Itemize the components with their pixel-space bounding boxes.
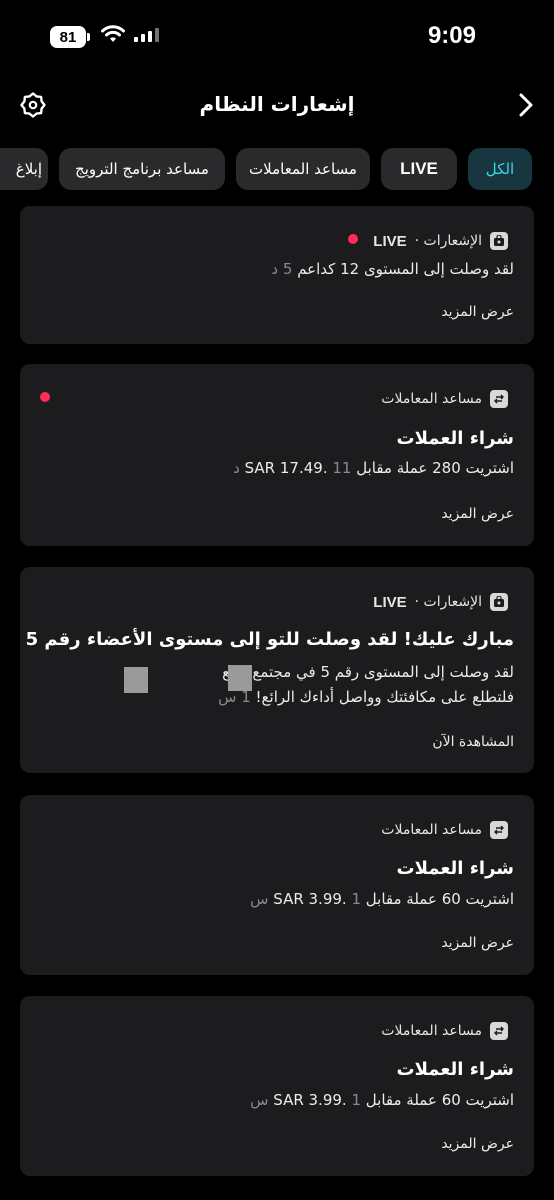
see-more-link[interactable]: عرض المزيد [441,935,514,951]
see-more-link[interactable]: عرض المزيد [441,1136,514,1152]
notification-card[interactable]: الإشعارات · LIVE لقد وصلت إلى المستوى 12… [20,206,534,344]
unread-dot [348,234,358,244]
source-label: مساعد المعاملات [381,822,482,838]
source-label: الإشعارات · [414,594,482,610]
transactions-icon [490,1022,508,1040]
page-title: إشعارات النظام [199,92,355,116]
unread-dot [40,392,50,402]
card-meta: مساعد المعاملات [381,1022,508,1040]
card-body: اشتريت 60 عملة مقابل SAR 3.99. 1 س [250,890,514,908]
redacted-block [124,667,148,693]
status-time: 9:09 [427,22,476,49]
status-bar: 81 9:09 [0,0,554,76]
live-label: LIVE [373,593,407,611]
timestamp: 5 د [271,260,293,278]
cellular-icon [134,28,159,42]
notification-bag-icon [490,232,508,250]
card-body-line-2: فلتطلع على مكافئتك وواصل أداءك الرائع! 1… [218,688,514,706]
tab-promotion-assistant[interactable]: مساعد برنامج الترويج [59,148,225,190]
chevron-right-icon[interactable] [514,92,538,118]
card-title: شراء العملات [396,1059,514,1080]
live-label: LIVE [373,232,407,250]
source-label: مساعد المعاملات [381,1023,482,1039]
source-label: الإشعارات · [414,233,482,249]
card-meta: مساعد المعاملات [381,821,508,839]
card-title: شراء العملات [396,858,514,879]
see-more-link[interactable]: عرض المزيد [441,506,514,522]
battery-icon: 81 [50,26,90,48]
card-title: مبارك عليك! لقد وصلت للتو إلى مستوى الأع… [25,629,514,650]
notification-bag-icon [490,593,508,611]
transactions-icon [490,390,508,408]
notification-card[interactable]: مساعد المعاملات شراء العملات اشتريت 280 … [20,364,534,546]
tab-live[interactable]: LIVE [381,148,457,190]
watch-now-link[interactable]: المشاهدة الآن [432,734,514,750]
card-body: اشتريت 280 عملة مقابل SAR 17.49. 11 د [233,459,514,477]
header: إشعارات النظام [0,80,554,132]
tab-report[interactable]: إبلاغ [0,148,48,190]
source-label: مساعد المعاملات [381,391,482,407]
card-body-line-1: لقد وصلت إلى المستوى رقم 5 في مجتمع المع [222,663,514,681]
notification-card[interactable]: الإشعارات · LIVE مبارك عليك! لقد وصلت لل… [20,567,534,773]
tab-all[interactable]: الكل [468,148,532,190]
notification-card[interactable]: مساعد المعاملات شراء العملات اشتريت 60 ع… [20,996,534,1176]
transactions-icon [490,821,508,839]
wifi-icon [101,25,125,42]
tab-transactions-assistant[interactable]: مساعد المعاملات [236,148,370,190]
filter-tabs: الكل LIVE مساعد المعاملات مساعد برنامج ا… [0,148,554,190]
card-meta: مساعد المعاملات [381,390,508,408]
card-body: لقد وصلت إلى المستوى 12 كداعم 5 د [271,260,514,278]
timestamp: 1 س [218,688,251,706]
notification-card[interactable]: مساعد المعاملات شراء العملات اشتريت 60 ع… [20,795,534,975]
card-meta: الإشعارات · LIVE [373,232,508,250]
card-meta: الإشعارات · LIVE [373,593,508,611]
card-body: اشتريت 60 عملة مقابل SAR 3.99. 1 س [250,1091,514,1109]
see-more-link[interactable]: عرض المزيد [441,304,514,320]
card-title: شراء العملات [396,428,514,449]
